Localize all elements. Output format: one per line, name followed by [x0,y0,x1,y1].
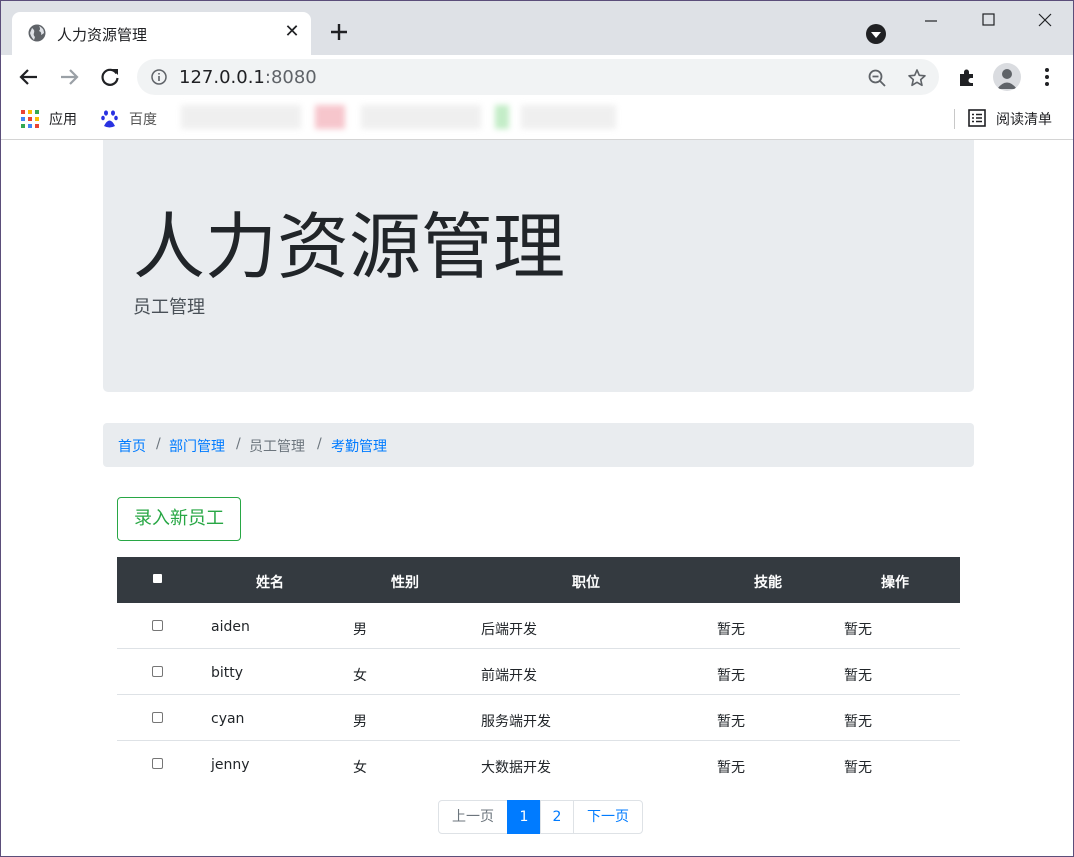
pagination-page-1[interactable]: 1 [507,800,541,834]
cell-gender: 女 [353,760,367,776]
blurred-bookmark[interactable] [361,105,481,129]
breadcrumb-separator: / [156,436,161,452]
plus-icon[interactable] [327,20,351,44]
row-checkbox[interactable] [152,620,163,631]
cell-name: bitty [211,665,244,681]
page-title: 人力资源管理 [133,205,566,289]
address-bar[interactable]: 127.0.0.1:8080 [137,59,939,95]
breadcrumb-separator: / [236,436,241,452]
header-gender: 性别 [391,575,419,591]
person-icon [997,69,1017,89]
cell-actions: 暂无 [844,668,872,684]
browser-window: 人力资源管理 ✕ 127.0.0.1:8080 应用 百度 阅读清单 人力资源管… [0,0,1074,857]
forward-arrow-icon[interactable] [58,66,80,88]
back-arrow-icon[interactable] [18,66,40,88]
cell-skills: 暂无 [717,668,745,684]
bookmark-baidu[interactable]: 百度 [129,109,157,129]
header-actions: 操作 [881,575,909,591]
blurred-bookmark[interactable] [521,105,616,129]
baidu-paw-icon [101,110,118,128]
cell-gender: 女 [353,668,367,684]
cell-name: aiden [211,619,250,635]
pagination: 上一页 1 2 下一页 [438,800,643,834]
url-text[interactable]: 127.0.0.1:8080 [179,67,317,88]
cell-gender: 男 [353,714,367,730]
table-row: bitty 女 前端开发 暂无 暂无 [117,648,960,694]
extensions-puzzle-icon[interactable] [956,66,978,88]
globe-icon [28,24,46,42]
close-icon[interactable]: ✕ [282,21,302,43]
cell-name: cyan [211,711,245,727]
table-row: aiden 男 后端开发 暂无 暂无 [117,603,960,648]
blurred-bookmark[interactable] [495,105,509,129]
cell-position: 大数据开发 [481,760,551,776]
bookmarks-divider [954,109,955,129]
cell-position: 服务端开发 [481,714,551,730]
breadcrumb-attendance[interactable]: 考勤管理 [331,436,387,456]
select-all-checkbox[interactable] [153,574,162,583]
browser-tab[interactable]: 人力资源管理 ✕ [12,12,311,55]
reload-icon[interactable] [99,66,121,88]
bookmark-apps[interactable]: 应用 [49,109,77,129]
table-header: 姓名 性别 职位 技能 操作 [117,557,960,603]
breadcrumb-dept[interactable]: 部门管理 [169,436,225,456]
cell-actions: 暂无 [844,622,872,638]
header-name: 姓名 [256,575,284,591]
table-body: aiden 男 后端开发 暂无 暂无 bitty 女 前端开发 暂无 暂无 cy… [117,603,960,786]
browser-toolbar: 127.0.0.1:8080 [1,55,1073,99]
header-skills: 技能 [754,575,782,591]
cell-skills: 暂无 [717,622,745,638]
bookmarks-bar: 应用 百度 阅读清单 [1,99,1073,140]
header-position: 职位 [572,575,600,591]
row-checkbox[interactable] [152,712,163,723]
blurred-bookmark[interactable] [315,105,345,129]
apps-grid-icon[interactable] [21,110,39,128]
add-employee-button[interactable]: 录入新员工 [117,497,241,541]
row-checkbox[interactable] [152,758,163,769]
breadcrumb-separator: / [317,436,322,452]
zoom-out-icon[interactable] [867,68,887,88]
blurred-bookmark[interactable] [181,105,301,129]
pagination-page-2[interactable]: 2 [540,800,574,834]
tab-strip: 人力资源管理 ✕ [1,1,1073,55]
cell-position: 前端开发 [481,668,537,684]
cell-skills: 暂无 [717,760,745,776]
page-content: 人力资源管理 员工管理 首页 / 部门管理 / 员工管理 / 考勤管理 录入新员… [1,140,1073,856]
employee-table: 姓名 性别 职位 技能 操作 aiden 男 后端开发 暂无 暂无 bitty [117,557,960,786]
cell-actions: 暂无 [844,760,872,776]
breadcrumb: 首页 / 部门管理 / 员工管理 / 考勤管理 [103,423,974,467]
cell-gender: 男 [353,622,367,638]
table-row: cyan 男 服务端开发 暂无 暂无 [117,694,960,740]
cell-name: jenny [211,757,250,773]
row-checkbox[interactable] [152,666,163,677]
info-icon[interactable] [151,69,167,85]
cell-position: 后端开发 [481,622,537,638]
breadcrumb-home[interactable]: 首页 [118,436,146,456]
table-row: jenny 女 大数据开发 暂无 暂无 [117,740,960,786]
minimize-icon[interactable] [916,5,946,35]
window-close-icon[interactable] [1030,5,1060,35]
bookmark-star-icon[interactable] [907,68,927,88]
page-subtitle: 员工管理 [133,297,205,318]
breadcrumb-staff: 员工管理 [249,439,305,455]
tab-search-icon[interactable] [866,24,886,44]
maximize-icon[interactable] [973,5,1003,35]
tab-title: 人力资源管理 [57,26,148,44]
jumbotron: 人力资源管理 员工管理 [103,140,974,392]
reading-list-label[interactable]: 阅读清单 [996,109,1052,129]
more-vertical-icon[interactable] [1036,66,1058,88]
profile-avatar-icon[interactable] [993,63,1021,91]
reading-list-icon[interactable] [968,109,986,127]
cell-actions: 暂无 [844,714,872,730]
cell-skills: 暂无 [717,714,745,730]
pagination-next[interactable]: 下一页 [573,800,643,834]
pagination-prev[interactable]: 上一页 [438,800,508,834]
